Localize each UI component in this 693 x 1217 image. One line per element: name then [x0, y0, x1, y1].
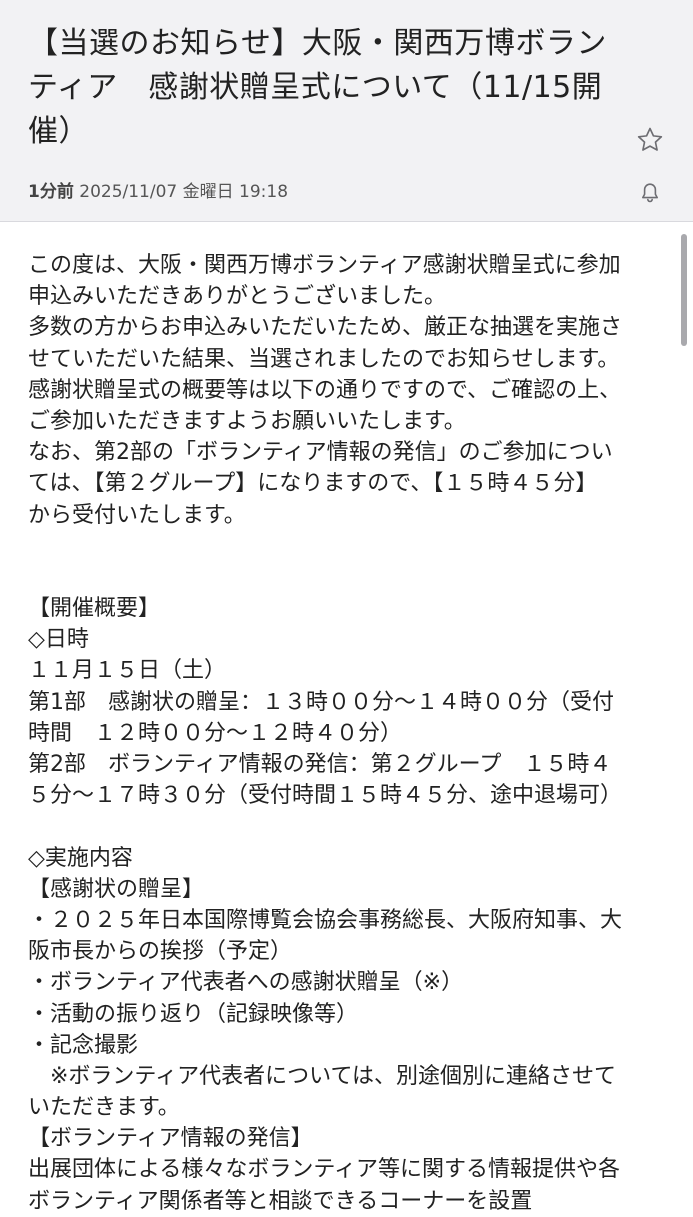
- body-line: [28, 811, 668, 842]
- message-subject: 【当選のお知らせ】大阪・関西万博ボランティア 感謝状贈呈式について（11/15開…: [28, 26, 607, 149]
- body-line: 第2部 ボランティア情報の発信：第２グループ １５時４: [28, 752, 612, 777]
- body-line: 【開催概要】: [28, 596, 161, 622]
- body-line: １１月１５日（土）: [28, 658, 227, 684]
- body-line: ・ボランティア代表者への感謝状贈呈（※）: [28, 970, 464, 996]
- body-line: 【ボランティア情報の発信】: [28, 1126, 313, 1152]
- bell-icon: [642, 183, 658, 203]
- favorite-button[interactable]: [630, 120, 670, 160]
- body-line: から受付いたします。: [28, 502, 246, 528]
- scrollbar-thumb[interactable]: [681, 234, 687, 346]
- body-line: ご参加いただきますようお願いいたします。: [28, 408, 466, 434]
- body-line: ては、【第２グループ】になりますので、【１５時４５分】: [28, 471, 598, 497]
- star-icon: [637, 127, 663, 151]
- body-line: ◇実施内容: [28, 845, 133, 871]
- message-header: 【当選のお知らせ】大阪・関西万博ボランティア 感謝状贈呈式について（11/15開…: [0, 0, 693, 222]
- body-line: ◇日時: [28, 627, 89, 653]
- body-line: 多数の方からお申込みいただいたため、厳正な抽選を実施さ: [28, 315, 623, 341]
- message-datetime: 2025/11/07 金曜日 19:18: [79, 182, 289, 202]
- body-line: [28, 531, 668, 562]
- body-line: 感謝状贈呈式の概要等は以下の通りですので、ご確認の上、: [28, 377, 622, 403]
- body-line: ・記念撮影: [28, 1032, 139, 1058]
- message-meta: 1分前 2025/11/07 金曜日 19:18: [28, 180, 288, 204]
- message-body: この度は、大阪・関西万博ボランティア感謝状贈呈式に参加 申込みいただきありがとうご…: [28, 250, 668, 1217]
- body-line: 【感謝状の贈呈】: [28, 876, 205, 902]
- body-line: 申込みいただきありがとうございました。: [28, 284, 447, 310]
- body-line: [28, 562, 668, 593]
- body-line: ５分〜１７時３０分（受付時間１５時４５分、途中退場可）: [28, 783, 623, 809]
- body-line: この度は、大阪・関西万博ボランティア感謝状贈呈式に参加: [28, 253, 621, 278]
- body-line: ・活動の振り返り（記録映像等）: [28, 1001, 359, 1027]
- body-line: 阪市長からの挨拶（予定）: [28, 939, 293, 965]
- body-line: 第1部 感謝状の贈呈：１３時００分〜１４時００分（受付: [28, 689, 614, 715]
- time-ago: 1分前: [28, 182, 74, 202]
- body-line: ※ボランティア代表者については、別途個別に連絡させて: [28, 1063, 617, 1089]
- body-line: 時間 １２時００分〜１２時４０分）: [28, 720, 403, 746]
- notification-button[interactable]: [633, 176, 667, 210]
- body-line: ボランティア関係者等と相談できるコーナーを設置: [28, 1188, 533, 1214]
- body-line: せていただいた結果、当選されましたのでお知らせします。: [28, 346, 620, 372]
- body-line: いただきます。: [28, 1095, 180, 1121]
- body-line: ・２０２５年日本国際博覧会協会事務総長、大阪府知事、大: [28, 907, 623, 933]
- body-line: 出展団体による様々なボランティア等に関する情報提供や各: [28, 1157, 621, 1183]
- body-line: なお、第2部の「ボランティア情報の発信」のご参加につい: [28, 440, 613, 466]
